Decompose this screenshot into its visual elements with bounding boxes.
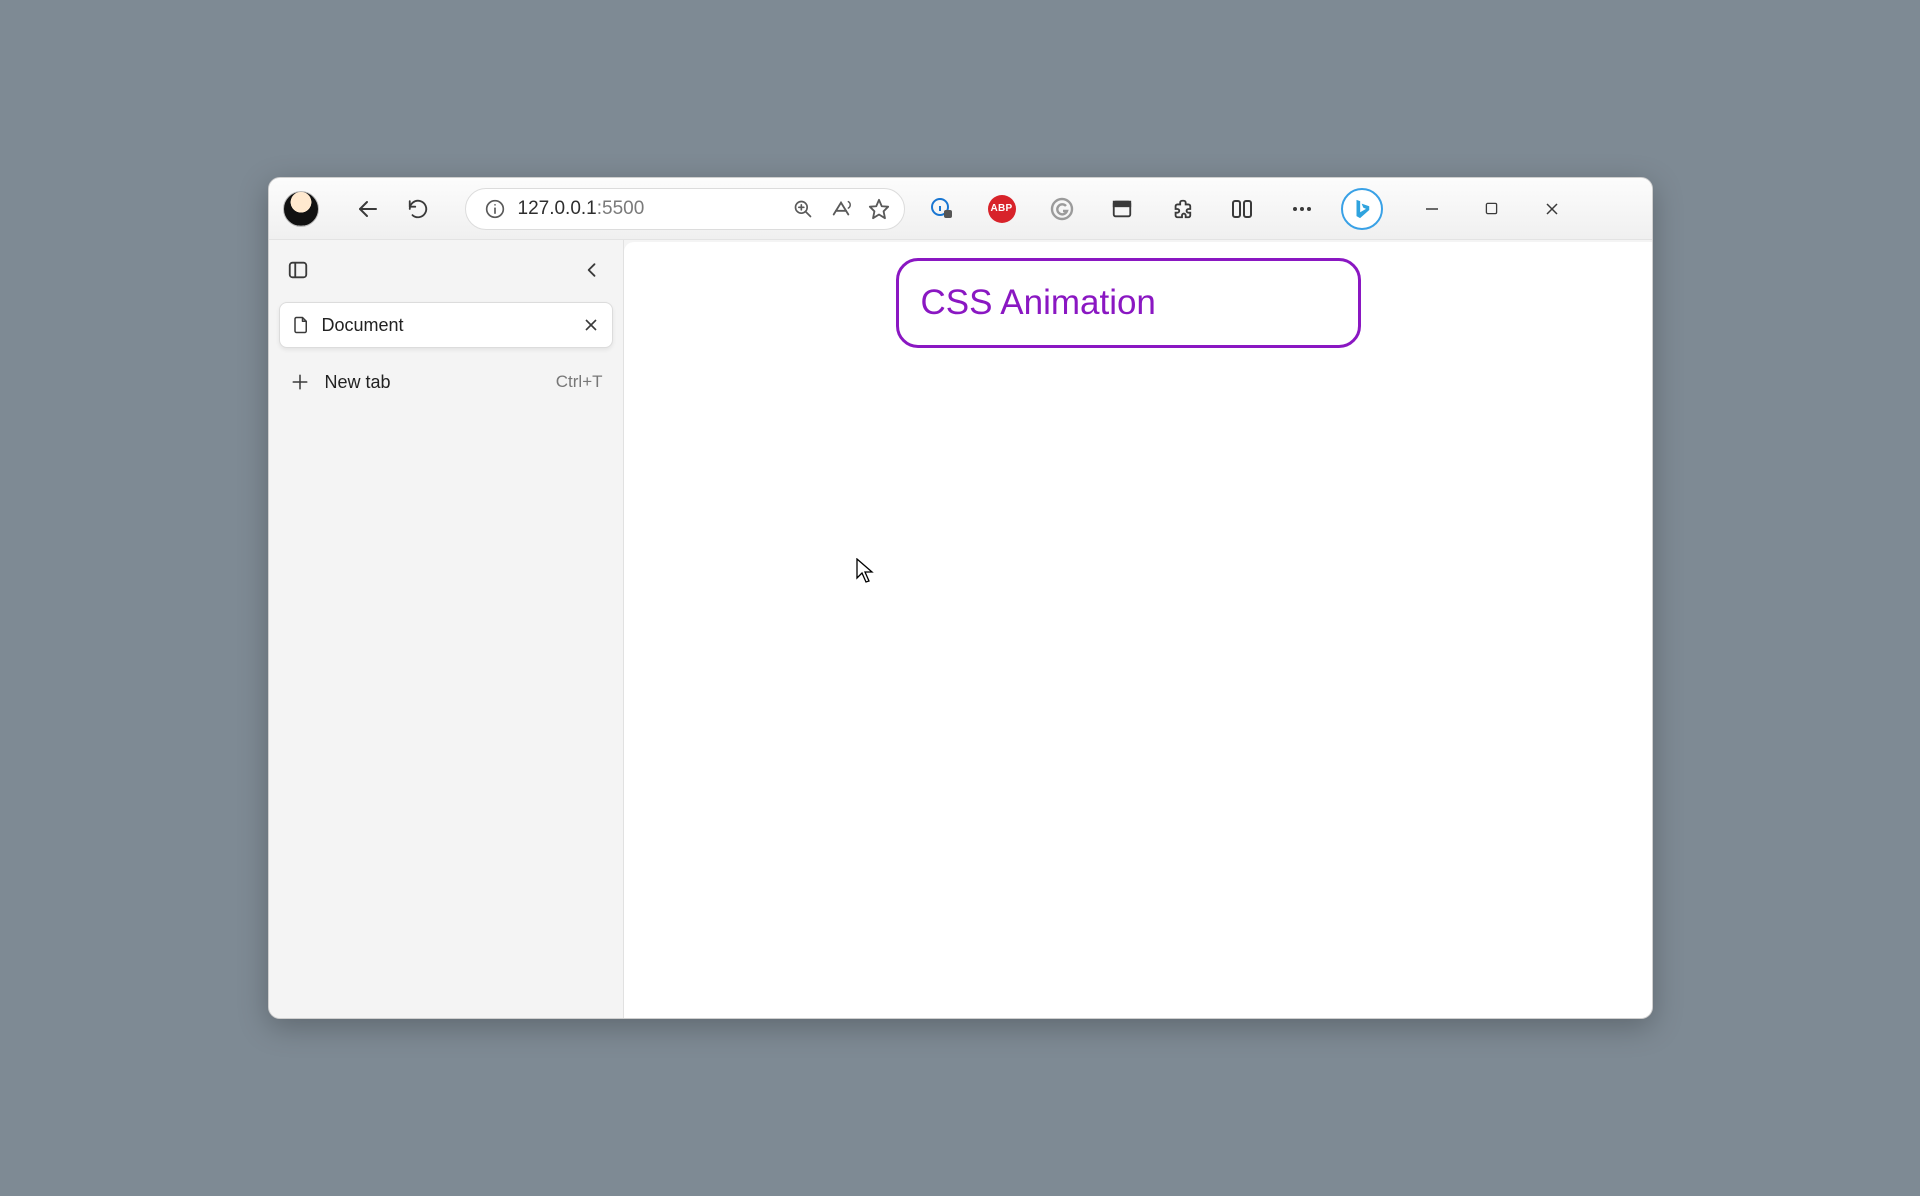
- close-icon: [584, 318, 598, 332]
- new-tab-shortcut: Ctrl+T: [556, 372, 603, 392]
- vertical-tabs-header: [279, 248, 613, 292]
- close-window-button[interactable]: [1533, 193, 1571, 225]
- document-icon: [292, 315, 310, 335]
- new-tab-label: New tab: [325, 372, 542, 393]
- toolbar-actions: ABP: [921, 188, 1383, 230]
- bing-icon: [1351, 198, 1373, 220]
- split-screen-button[interactable]: [1221, 188, 1263, 230]
- reload-icon: [407, 198, 429, 220]
- mouse-cursor-icon: [856, 558, 876, 584]
- more-button[interactable]: [1281, 188, 1323, 230]
- page-viewport: CSS Animation: [624, 242, 1652, 1018]
- zoom-button[interactable]: [788, 194, 818, 224]
- page-heading-box: CSS Animation: [896, 258, 1361, 348]
- chevron-left-icon: [582, 260, 602, 280]
- split-screen-icon: [1230, 197, 1254, 221]
- close-icon: [1545, 202, 1559, 216]
- vertical-tabs-panel: Document New tab Ctrl+T: [269, 240, 624, 1018]
- extensions-button[interactable]: [1161, 188, 1203, 230]
- collections-icon: [1111, 198, 1133, 220]
- zoom-icon: [793, 199, 813, 219]
- tab-item-active[interactable]: Document: [279, 302, 613, 348]
- read-aloud-button[interactable]: [826, 194, 856, 224]
- minimize-icon: [1425, 202, 1439, 216]
- adblock-button[interactable]: ABP: [981, 188, 1023, 230]
- tabs-icon: [287, 259, 309, 281]
- read-aloud-icon: [830, 198, 852, 220]
- minimize-button[interactable]: [1413, 193, 1451, 225]
- grammarly-button[interactable]: [1041, 188, 1083, 230]
- maximize-icon: [1485, 202, 1498, 215]
- abp-icon: ABP: [988, 195, 1016, 223]
- puzzle-icon: [1171, 198, 1193, 220]
- arrow-left-icon: [356, 197, 380, 221]
- more-icon: [1290, 197, 1314, 221]
- collections-button[interactable]: [1101, 188, 1143, 230]
- profile-avatar[interactable]: [283, 191, 319, 227]
- maximize-button[interactable]: [1473, 193, 1511, 225]
- tab-actions-button[interactable]: [283, 255, 313, 285]
- new-tab-button[interactable]: New tab Ctrl+T: [279, 358, 613, 406]
- url-text: 127.0.0.1:5500: [518, 198, 780, 220]
- grammarly-icon: [1050, 197, 1074, 221]
- tab-favicon: [290, 314, 312, 336]
- tab-title: Document: [322, 315, 568, 336]
- collapse-tabs-button[interactable]: [575, 253, 609, 287]
- plus-icon: [289, 371, 311, 393]
- browser-window: 127.0.0.1:5500 ABP: [268, 177, 1653, 1019]
- star-icon: [868, 198, 890, 220]
- extension-privacy-button[interactable]: [921, 188, 963, 230]
- site-info-icon[interactable]: [480, 194, 510, 224]
- window-controls: [1413, 193, 1571, 225]
- back-button[interactable]: [347, 188, 389, 230]
- browser-toolbar: 127.0.0.1:5500 ABP: [269, 178, 1652, 240]
- url-port: :5500: [597, 198, 645, 219]
- body-split: Document New tab Ctrl+T CSS Animation: [269, 240, 1652, 1018]
- page-heading: CSS Animation: [921, 283, 1156, 323]
- reload-button[interactable]: [397, 188, 439, 230]
- shield-info-icon: [930, 197, 954, 221]
- favorite-button[interactable]: [864, 194, 894, 224]
- url-host: 127.0.0.1: [518, 198, 597, 219]
- tab-close-button[interactable]: [578, 312, 604, 338]
- bing-chat-button[interactable]: [1341, 188, 1383, 230]
- address-bar[interactable]: 127.0.0.1:5500: [465, 188, 905, 230]
